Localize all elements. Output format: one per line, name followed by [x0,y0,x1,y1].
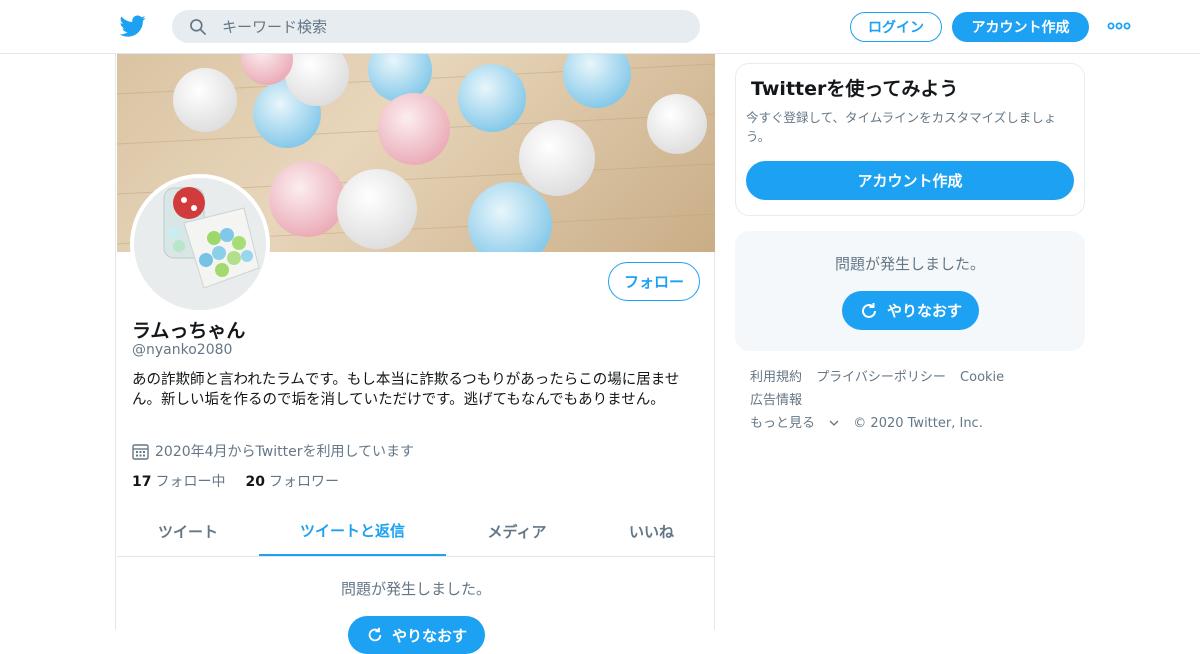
tab-tweets-and-replies[interactable]: ツイートと返信 [259,506,446,556]
profile-tabs: ツイート ツイートと返信 メディア いいね [117,506,715,557]
footer-link-more[interactable]: もっと見る [750,416,839,431]
profile-bio: あの詐欺師と言われたラムです。もし本当に詐欺るつもりがあったらこの場に居ません。… [132,372,680,408]
ramune-candy-jar-avatar [134,178,266,310]
profile-joined-date: 2020年4月からTwitterを利用しています [132,441,414,461]
chevron-down-icon [829,420,839,426]
more-dots-icon[interactable] [1106,17,1132,35]
following-stat[interactable]: 17 フォロー中 [132,471,225,491]
footer-link-ads[interactable]: 広告情報 [750,393,802,408]
refresh-icon [368,627,382,642]
footer-copyright: © 2020 Twitter, Inc. [853,416,983,431]
search-input[interactable] [222,10,682,43]
followers-stat[interactable]: 20 フォロワー [245,471,338,491]
promo-description: 今すぐ登録して、タイムラインをカスタマイズしましょう。 [746,110,1057,144]
profile-stats: 17 フォロー中 20 フォロワー [132,471,339,491]
timeline-error-message: 問題が発生しました。 [340,580,491,598]
footer-more-label: もっと見る [750,416,816,431]
search-icon [190,19,206,35]
tab-tweets[interactable]: ツイート [117,506,259,556]
profile-column: フォロー ラムっちゃん @nyanko2080 あの詐欺師と言われたラムです。も… [115,54,715,654]
joined-text: 2020年4月からTwitterを利用しています [155,444,415,460]
promo-signup-button[interactable]: アカウント作成 [746,161,1074,200]
sidebar-footer: 利用規約 プライバシーポリシー Cookie 広告情報 もっと見る © 2020… [750,366,1080,435]
top-navigation-bar: ログイン アカウント作成 [0,0,1200,54]
refresh-icon [862,302,876,318]
following-label: フォロー中 [155,474,226,490]
promo-title: Twitterを使ってみよう [751,78,959,100]
following-count: 17 [132,474,152,490]
timeline-retry-button[interactable]: やりなおす [348,616,485,654]
followers-count: 20 [245,474,265,490]
login-button[interactable]: ログイン [850,12,942,42]
footer-link-privacy[interactable]: プライバシーポリシー [816,370,946,385]
tab-media[interactable]: メディア [446,506,588,556]
sidebar-error-message: 問題が発生しました。 [834,255,985,273]
sidebar-retry-label: やりなおす [886,302,962,320]
signup-promo-card: Twitterを使ってみよう 今すぐ登録して、タイムラインをカスタマイズしましょ… [735,63,1085,216]
profile-avatar[interactable] [130,174,270,314]
search-box[interactable] [172,10,700,43]
calendar-icon [132,443,149,460]
profile-handle: @nyanko2080 [132,342,233,358]
sidebar-retry-button[interactable]: やりなおす [842,291,979,330]
profile-display-name: ラムっちゃん [132,320,246,342]
followers-label: フォロワー [268,474,339,490]
follow-button[interactable]: フォロー [608,262,700,301]
timeline-retry-label: やりなおす [391,626,467,645]
footer-link-cookie[interactable]: Cookie [960,370,1004,385]
sidebar-error-card: 問題が発生しました。 やりなおす [735,231,1085,351]
signup-button[interactable]: アカウント作成 [952,12,1089,42]
twitter-bird-icon[interactable] [119,13,147,39]
tab-likes[interactable]: いいね [588,506,715,556]
footer-link-terms[interactable]: 利用規約 [750,370,802,385]
